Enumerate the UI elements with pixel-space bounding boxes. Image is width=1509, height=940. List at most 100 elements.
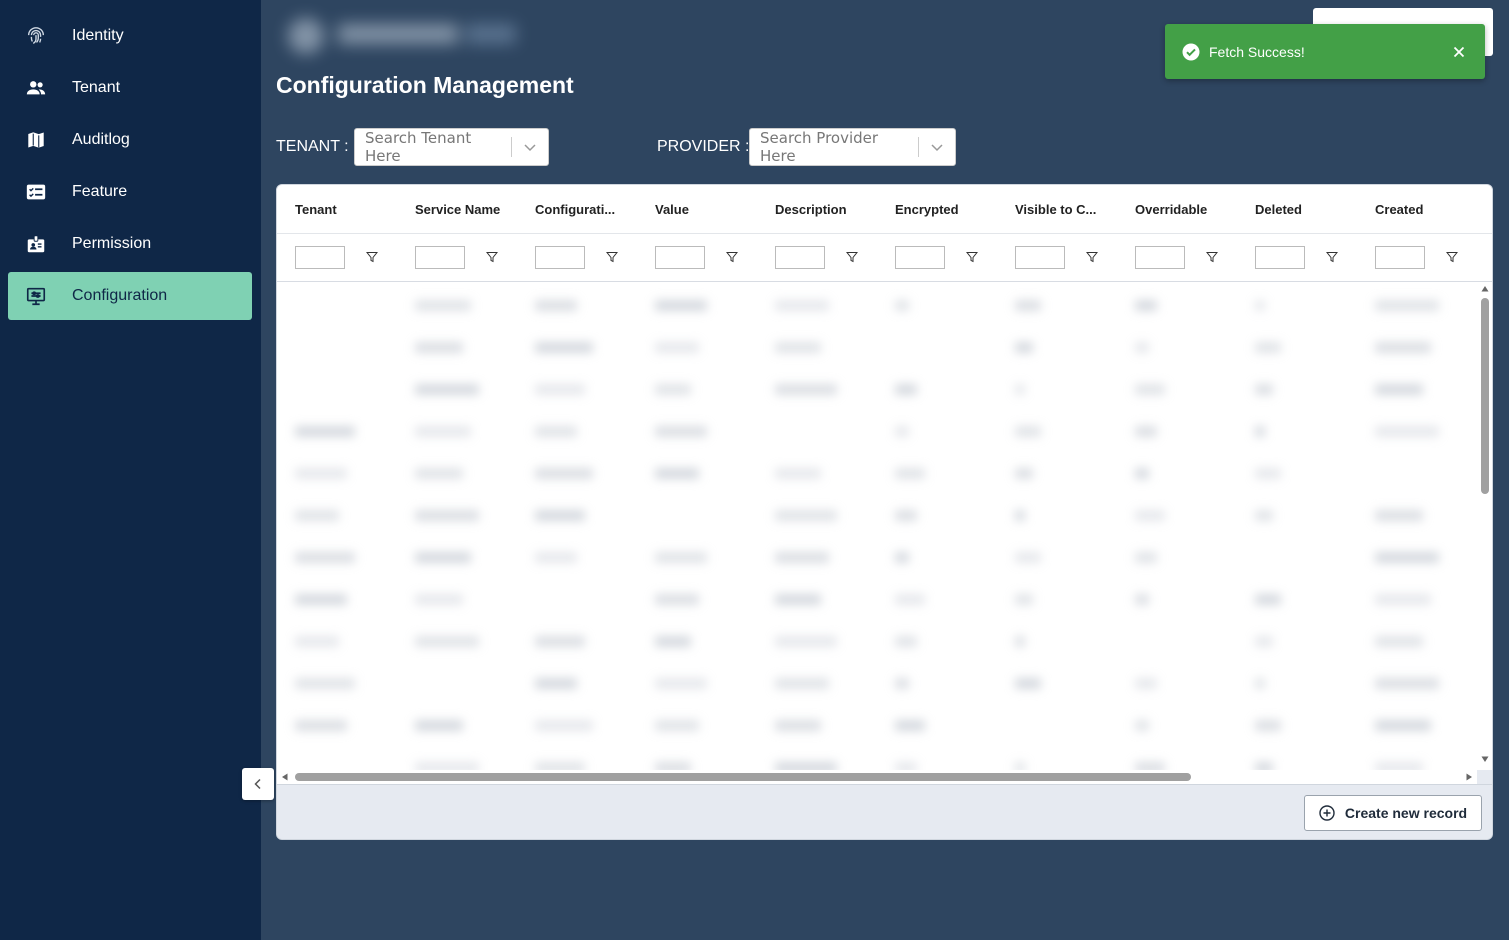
blurred-cell — [1015, 384, 1025, 395]
blurred-cell — [295, 678, 355, 689]
column-header-service-name[interactable]: Service Name — [415, 202, 525, 217]
filter-icon[interactable] — [726, 251, 738, 263]
blurred-cell — [535, 384, 585, 395]
chevron-down-icon[interactable] — [919, 140, 955, 154]
column-header-description[interactable]: Description — [775, 202, 885, 217]
filter-icon[interactable] — [966, 251, 978, 263]
provider-filter-label: PROVIDER : — [657, 138, 750, 155]
blurred-cell — [895, 426, 909, 437]
deleted-filter-input[interactable] — [1255, 246, 1305, 269]
blurred-cell — [655, 720, 699, 731]
scroll-right-icon[interactable] — [1465, 773, 1473, 781]
sidebar-item-identity[interactable]: Identity — [8, 12, 252, 60]
blurred-cell — [1015, 426, 1041, 437]
blurred-cell — [535, 678, 577, 689]
overridable-filter-input[interactable] — [1135, 246, 1185, 269]
vertical-scrollbar[interactable] — [1477, 282, 1492, 770]
blurred-cell — [415, 426, 471, 437]
blurred-cell — [1255, 594, 1281, 605]
vertical-scroll-thumb[interactable] — [1481, 298, 1489, 494]
provider-select[interactable]: Search Provider Here — [749, 128, 956, 166]
tenant-select[interactable]: Search Tenant Here — [354, 128, 549, 166]
visible-to-client-filter-input[interactable] — [1015, 246, 1065, 269]
blurred-cell — [1255, 762, 1273, 770]
blurred-cell — [1255, 300, 1265, 311]
sidebar-item-configuration[interactable]: Configuration — [8, 272, 252, 320]
blurred-cell — [415, 384, 479, 395]
sidebar-item-tenant[interactable]: Tenant — [8, 64, 252, 112]
blurred-rows — [277, 282, 1477, 770]
blurred-cell — [1015, 636, 1025, 647]
scroll-left-icon[interactable] — [281, 773, 289, 781]
blurred-cell — [1375, 678, 1439, 689]
blurred-cell — [895, 636, 917, 647]
blurred-cell — [775, 342, 821, 353]
sidebar-item-label: Configuration — [72, 287, 168, 304]
column-header-encrypted[interactable]: Encrypted — [895, 202, 1005, 217]
column-header-deleted[interactable]: Deleted — [1255, 202, 1365, 217]
column-header-visible-to-client[interactable]: Visible to C... — [1015, 202, 1125, 217]
sidebar-item-feature[interactable]: Feature — [8, 168, 252, 216]
scroll-down-icon[interactable] — [1481, 755, 1489, 763]
blurred-cell — [295, 636, 339, 647]
blurred-cell — [775, 300, 829, 311]
blurred-cell — [1135, 426, 1157, 437]
blurred-cell — [535, 468, 593, 479]
filter-icon[interactable] — [486, 251, 498, 263]
blurred-cell — [655, 426, 707, 437]
blurred-cell — [895, 762, 917, 770]
blurred-cell — [775, 510, 837, 521]
filter-icon[interactable] — [366, 251, 378, 263]
blurred-cell — [535, 510, 585, 521]
blurred-cell — [295, 720, 347, 731]
horizontal-scrollbar[interactable] — [277, 770, 1477, 784]
collapse-sidebar-button[interactable] — [242, 768, 274, 800]
grid-footer: Create new record — [277, 784, 1492, 839]
blurred-cell — [1255, 468, 1281, 479]
tenant-filter-label: TENANT : — [276, 138, 349, 155]
sidebar-item-permission[interactable]: Permission — [8, 220, 252, 268]
filter-icon[interactable] — [1086, 251, 1098, 263]
horizontal-scroll-thumb[interactable] — [295, 773, 1191, 781]
close-icon[interactable] — [1449, 42, 1469, 62]
blurred-cell — [1015, 468, 1033, 479]
blurred-cell — [535, 342, 593, 353]
filter-icon[interactable] — [846, 251, 858, 263]
configuration-filter-input[interactable] — [535, 246, 585, 269]
sidebar: Identity Tenant Auditlog Feature Permiss… — [0, 0, 261, 940]
blurred-cell — [655, 300, 707, 311]
scroll-up-icon[interactable] — [1481, 285, 1489, 293]
value-filter-input[interactable] — [655, 246, 705, 269]
filter-icon[interactable] — [1326, 251, 1338, 263]
column-header-value[interactable]: Value — [655, 202, 765, 217]
map-icon — [24, 128, 48, 152]
created-filter-input[interactable] — [1375, 246, 1425, 269]
chevron-down-icon[interactable] — [512, 140, 548, 154]
column-header-configuration[interactable]: Configurati... — [535, 202, 645, 217]
column-header-created[interactable]: Created — [1375, 202, 1485, 217]
filter-icon[interactable] — [606, 251, 618, 263]
blurred-cell — [1135, 678, 1157, 689]
blurred-cell — [1135, 384, 1165, 395]
service-name-filter-input[interactable] — [415, 246, 465, 269]
blurred-cell — [1375, 342, 1431, 353]
blurred-cell — [895, 510, 917, 521]
filter-icon[interactable] — [1446, 251, 1458, 263]
settings-panel-icon — [24, 284, 48, 308]
sidebar-item-auditlog[interactable]: Auditlog — [8, 116, 252, 164]
blurred-cell — [415, 762, 479, 770]
filter-icon[interactable] — [1206, 251, 1218, 263]
configuration-grid: Tenant Service Name Configurati... Value… — [276, 184, 1493, 840]
blurred-cell — [1135, 342, 1149, 353]
blurred-cell — [655, 342, 699, 353]
blurred-cell — [895, 300, 909, 311]
page-title: Configuration Management — [276, 72, 574, 98]
toast-message: Fetch Success! — [1209, 43, 1305, 60]
create-new-record-button[interactable]: Create new record — [1304, 795, 1482, 831]
description-filter-input[interactable] — [775, 246, 825, 269]
tenant-filter-input[interactable] — [295, 246, 345, 269]
encrypted-filter-input[interactable] — [895, 246, 945, 269]
column-header-overridable[interactable]: Overridable — [1135, 202, 1245, 217]
column-header-tenant[interactable]: Tenant — [295, 202, 405, 217]
blurred-cell — [655, 762, 691, 770]
